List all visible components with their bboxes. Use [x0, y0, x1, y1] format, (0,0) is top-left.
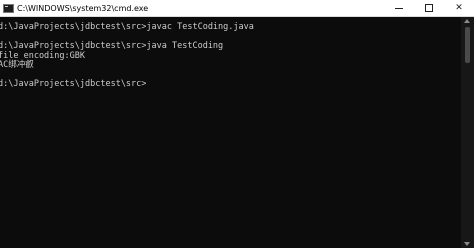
title-bar[interactable]: C:\WINDOWS\system32\cmd.exe ✕ — [0, 0, 474, 17]
close-icon: ✕ — [455, 3, 463, 13]
console-output[interactable]: d:\JavaProjects\jdbctest\src>javac TestC… — [0, 17, 461, 248]
console-line: file encoding:GBK — [0, 50, 85, 61]
maximize-button[interactable] — [414, 0, 444, 16]
close-button[interactable]: ✕ — [444, 0, 474, 16]
console-line: d:\JavaProjects\jdbctest\src>javac TestC… — [0, 22, 254, 32]
console-line: AC绑冲叡 — [0, 60, 34, 70]
scroll-thumb[interactable] — [465, 27, 470, 63]
cmd-app-icon — [3, 3, 14, 13]
window-title: C:\WINDOWS\system32\cmd.exe — [17, 3, 149, 13]
cmd-window: C:\WINDOWS\system32\cmd.exe ✕ d:\JavaPro… — [0, 0, 474, 248]
vertical-scrollbar[interactable] — [461, 17, 474, 248]
minimize-button[interactable] — [384, 0, 414, 16]
console-prompt-line[interactable]: d:\JavaProjects\jdbctest\src> — [0, 79, 461, 90]
scroll-down-icon[interactable] — [464, 242, 470, 246]
scroll-up-icon[interactable] — [464, 19, 470, 23]
